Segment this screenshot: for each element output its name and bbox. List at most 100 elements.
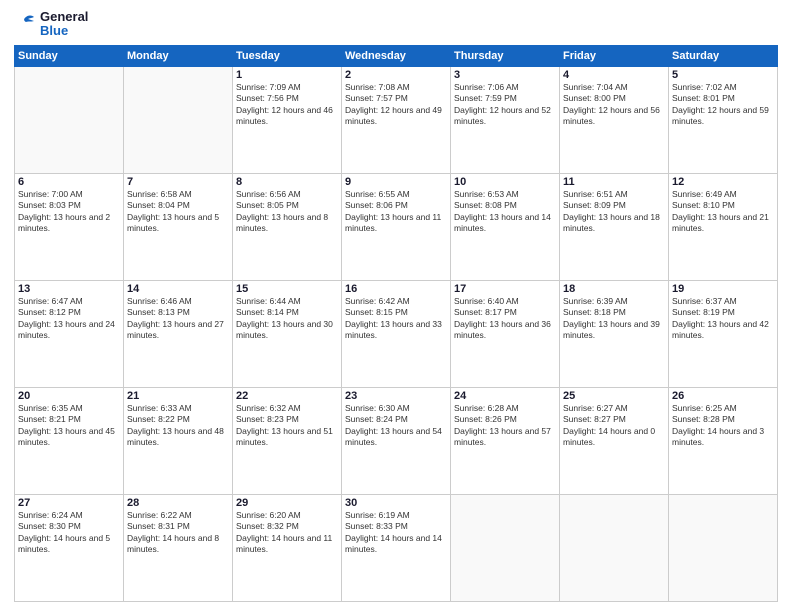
day-info: Sunrise: 6:58 AMSunset: 8:04 PMDaylight:… (127, 189, 229, 235)
day-number: 3 (454, 69, 556, 81)
calendar-cell: 2Sunrise: 7:08 AMSunset: 7:57 PMDaylight… (342, 66, 451, 173)
calendar-header-friday: Friday (560, 45, 669, 66)
day-info: Sunrise: 6:27 AMSunset: 8:27 PMDaylight:… (563, 403, 665, 449)
day-number: 30 (345, 497, 447, 509)
day-info: Sunrise: 6:28 AMSunset: 8:26 PMDaylight:… (454, 403, 556, 449)
calendar-header-thursday: Thursday (451, 45, 560, 66)
calendar-cell: 12Sunrise: 6:49 AMSunset: 8:10 PMDayligh… (669, 173, 778, 280)
day-info: Sunrise: 6:19 AMSunset: 8:33 PMDaylight:… (345, 510, 447, 556)
day-number: 8 (236, 176, 338, 188)
page: General Blue SundayMondayTuesdayWednesda… (0, 0, 792, 612)
day-number: 6 (18, 176, 120, 188)
day-number: 26 (672, 390, 774, 402)
day-number: 9 (345, 176, 447, 188)
day-info: Sunrise: 7:04 AMSunset: 8:00 PMDaylight:… (563, 82, 665, 128)
calendar-cell (560, 494, 669, 601)
day-info: Sunrise: 7:06 AMSunset: 7:59 PMDaylight:… (454, 82, 556, 128)
calendar-cell: 15Sunrise: 6:44 AMSunset: 8:14 PMDayligh… (233, 280, 342, 387)
calendar-cell (15, 66, 124, 173)
day-info: Sunrise: 7:09 AMSunset: 7:56 PMDaylight:… (236, 82, 338, 128)
calendar-cell: 30Sunrise: 6:19 AMSunset: 8:33 PMDayligh… (342, 494, 451, 601)
day-info: Sunrise: 6:35 AMSunset: 8:21 PMDaylight:… (18, 403, 120, 449)
day-info: Sunrise: 6:24 AMSunset: 8:30 PMDaylight:… (18, 510, 120, 556)
day-number: 17 (454, 283, 556, 295)
calendar-week-1: 1Sunrise: 7:09 AMSunset: 7:56 PMDaylight… (15, 66, 778, 173)
calendar-cell: 4Sunrise: 7:04 AMSunset: 8:00 PMDaylight… (560, 66, 669, 173)
day-number: 18 (563, 283, 665, 295)
calendar-header-sunday: Sunday (15, 45, 124, 66)
calendar-cell: 19Sunrise: 6:37 AMSunset: 8:19 PMDayligh… (669, 280, 778, 387)
logo-general-text: General (40, 10, 88, 24)
calendar-week-3: 13Sunrise: 6:47 AMSunset: 8:12 PMDayligh… (15, 280, 778, 387)
calendar-cell: 11Sunrise: 6:51 AMSunset: 8:09 PMDayligh… (560, 173, 669, 280)
day-info: Sunrise: 6:25 AMSunset: 8:28 PMDaylight:… (672, 403, 774, 449)
day-number: 25 (563, 390, 665, 402)
calendar-cell (124, 66, 233, 173)
calendar-cell: 20Sunrise: 6:35 AMSunset: 8:21 PMDayligh… (15, 387, 124, 494)
day-number: 10 (454, 176, 556, 188)
day-number: 1 (236, 69, 338, 81)
day-number: 12 (672, 176, 774, 188)
calendar-cell: 6Sunrise: 7:00 AMSunset: 8:03 PMDaylight… (15, 173, 124, 280)
day-info: Sunrise: 6:44 AMSunset: 8:14 PMDaylight:… (236, 296, 338, 342)
logo: General Blue (14, 10, 88, 39)
calendar-table: SundayMondayTuesdayWednesdayThursdayFrid… (14, 45, 778, 602)
calendar-cell: 27Sunrise: 6:24 AMSunset: 8:30 PMDayligh… (15, 494, 124, 601)
day-info: Sunrise: 6:20 AMSunset: 8:32 PMDaylight:… (236, 510, 338, 556)
calendar-cell: 7Sunrise: 6:58 AMSunset: 8:04 PMDaylight… (124, 173, 233, 280)
calendar-cell: 25Sunrise: 6:27 AMSunset: 8:27 PMDayligh… (560, 387, 669, 494)
calendar-cell (451, 494, 560, 601)
day-info: Sunrise: 6:42 AMSunset: 8:15 PMDaylight:… (345, 296, 447, 342)
calendar-cell: 9Sunrise: 6:55 AMSunset: 8:06 PMDaylight… (342, 173, 451, 280)
calendar-cell: 13Sunrise: 6:47 AMSunset: 8:12 PMDayligh… (15, 280, 124, 387)
calendar-header-wednesday: Wednesday (342, 45, 451, 66)
calendar-week-4: 20Sunrise: 6:35 AMSunset: 8:21 PMDayligh… (15, 387, 778, 494)
calendar-header-monday: Monday (124, 45, 233, 66)
calendar-cell: 21Sunrise: 6:33 AMSunset: 8:22 PMDayligh… (124, 387, 233, 494)
day-number: 23 (345, 390, 447, 402)
day-number: 27 (18, 497, 120, 509)
calendar-cell: 24Sunrise: 6:28 AMSunset: 8:26 PMDayligh… (451, 387, 560, 494)
day-info: Sunrise: 6:46 AMSunset: 8:13 PMDaylight:… (127, 296, 229, 342)
calendar-cell: 1Sunrise: 7:09 AMSunset: 7:56 PMDaylight… (233, 66, 342, 173)
day-info: Sunrise: 7:08 AMSunset: 7:57 PMDaylight:… (345, 82, 447, 128)
day-number: 21 (127, 390, 229, 402)
header: General Blue (14, 10, 778, 39)
day-number: 2 (345, 69, 447, 81)
day-number: 24 (454, 390, 556, 402)
day-info: Sunrise: 6:40 AMSunset: 8:17 PMDaylight:… (454, 296, 556, 342)
day-number: 13 (18, 283, 120, 295)
calendar-week-5: 27Sunrise: 6:24 AMSunset: 8:30 PMDayligh… (15, 494, 778, 601)
day-number: 11 (563, 176, 665, 188)
calendar-cell: 23Sunrise: 6:30 AMSunset: 8:24 PMDayligh… (342, 387, 451, 494)
day-info: Sunrise: 6:32 AMSunset: 8:23 PMDaylight:… (236, 403, 338, 449)
day-info: Sunrise: 6:56 AMSunset: 8:05 PMDaylight:… (236, 189, 338, 235)
calendar-cell: 14Sunrise: 6:46 AMSunset: 8:13 PMDayligh… (124, 280, 233, 387)
calendar-cell: 18Sunrise: 6:39 AMSunset: 8:18 PMDayligh… (560, 280, 669, 387)
day-info: Sunrise: 6:37 AMSunset: 8:19 PMDaylight:… (672, 296, 774, 342)
calendar-header-tuesday: Tuesday (233, 45, 342, 66)
day-info: Sunrise: 6:55 AMSunset: 8:06 PMDaylight:… (345, 189, 447, 235)
day-info: Sunrise: 6:39 AMSunset: 8:18 PMDaylight:… (563, 296, 665, 342)
calendar-week-2: 6Sunrise: 7:00 AMSunset: 8:03 PMDaylight… (15, 173, 778, 280)
day-info: Sunrise: 6:51 AMSunset: 8:09 PMDaylight:… (563, 189, 665, 235)
day-info: Sunrise: 6:53 AMSunset: 8:08 PMDaylight:… (454, 189, 556, 235)
logo-bird-icon (14, 13, 36, 35)
calendar-cell: 16Sunrise: 6:42 AMSunset: 8:15 PMDayligh… (342, 280, 451, 387)
day-info: Sunrise: 6:33 AMSunset: 8:22 PMDaylight:… (127, 403, 229, 449)
day-info: Sunrise: 7:02 AMSunset: 8:01 PMDaylight:… (672, 82, 774, 128)
day-number: 28 (127, 497, 229, 509)
day-number: 15 (236, 283, 338, 295)
calendar-header-saturday: Saturday (669, 45, 778, 66)
day-number: 5 (672, 69, 774, 81)
day-number: 29 (236, 497, 338, 509)
calendar-cell (669, 494, 778, 601)
calendar-cell: 10Sunrise: 6:53 AMSunset: 8:08 PMDayligh… (451, 173, 560, 280)
calendar-cell: 17Sunrise: 6:40 AMSunset: 8:17 PMDayligh… (451, 280, 560, 387)
day-info: Sunrise: 6:30 AMSunset: 8:24 PMDaylight:… (345, 403, 447, 449)
calendar-cell: 22Sunrise: 6:32 AMSunset: 8:23 PMDayligh… (233, 387, 342, 494)
calendar-cell: 8Sunrise: 6:56 AMSunset: 8:05 PMDaylight… (233, 173, 342, 280)
calendar-header-row: SundayMondayTuesdayWednesdayThursdayFrid… (15, 45, 778, 66)
day-number: 4 (563, 69, 665, 81)
day-number: 16 (345, 283, 447, 295)
